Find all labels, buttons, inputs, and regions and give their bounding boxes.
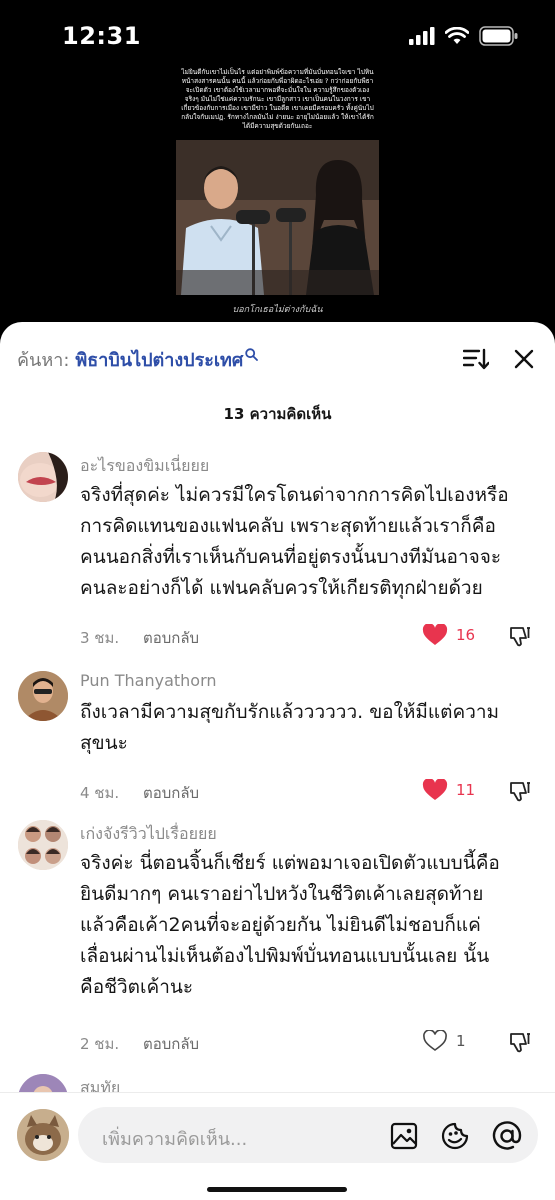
video-caption: ไม่ยินดีกับเขาไม่เป็นไร แต่อย่าพิมพ์ข้อค… — [181, 68, 374, 130]
reply-button[interactable]: ตอบกลับ — [143, 1032, 199, 1056]
composer-actions — [390, 1121, 522, 1151]
avatar[interactable] — [18, 820, 68, 870]
comment-text: จริงที่สุดค่ะ ไม่ควรมีใครโดนด่าจากการคิด… — [80, 480, 540, 604]
heart-icon — [422, 624, 448, 645]
video-thumbnail — [176, 140, 379, 295]
search-icon — [245, 347, 259, 361]
comment-time: 2 ชม. — [80, 1035, 120, 1053]
comment-line: ถึงเวลามีความสุขกับรักแล้วววววว. ขอให้มี… — [80, 701, 500, 723]
dislike-icon[interactable] — [508, 624, 532, 648]
status-icons — [409, 26, 519, 46]
comment-line: จริงค่ะ นี่ตอนจิ้นก็เชียร์ แต่พอมาเจอเปิ… — [80, 852, 500, 874]
search-term-link[interactable]: พิธาบินไปต่างประเทศ — [75, 345, 243, 374]
heart-icon — [422, 779, 448, 800]
like-count: 11 — [456, 781, 476, 799]
comment-composer: เพิ่มความคิดเห็น... — [0, 1092, 555, 1200]
video-subtitle: บอกโกเธอไม่ต่างกับฉัน — [232, 305, 323, 315]
sort-icon[interactable] — [463, 348, 489, 370]
video-frame-illustration — [176, 140, 379, 295]
like-button[interactable]: 16 — [422, 624, 475, 646]
comment-author[interactable]: Pun Thanyathorn — [80, 671, 217, 690]
dislike-icon[interactable] — [508, 779, 532, 803]
comment-time: 4 ชม. — [80, 784, 120, 802]
comment-input-placeholder: เพิ่มความคิดเห็น... — [102, 1129, 248, 1150]
like-button[interactable]: 1 — [422, 1030, 466, 1052]
comment-sheet: ค้นหา: พิธาบินไปต่างประเทศ 13 ความคิดเห็… — [0, 322, 555, 1200]
comment-line: คนนอกสิ่งที่เราเห็นกับคนที่อยู่ตรงนั้นบา… — [80, 546, 502, 568]
wifi-icon — [445, 27, 469, 44]
comments-count-title: 13 ความคิดเห็น — [223, 405, 332, 423]
comment-line: จริงที่สุดค่ะ ไม่ควรมีใครโดนด่าจากการคิด… — [80, 484, 509, 506]
like-count: 1 — [456, 1032, 466, 1050]
like-button[interactable]: 11 — [422, 779, 475, 801]
comment-line: การคิดแทนของแฟนคลับ เพราะสุดท้ายแล้วเราก… — [80, 515, 496, 537]
image-icon[interactable] — [390, 1122, 418, 1150]
avatar[interactable] — [18, 452, 68, 502]
dislike-icon[interactable] — [508, 1030, 532, 1054]
comment-line: คือชีวิตเค้านะ — [80, 976, 194, 998]
battery-icon — [479, 26, 518, 46]
search-suggestion[interactable]: ค้นหา: พิธาบินไปต่างประเทศ — [17, 344, 537, 374]
comment-line: สุขนะ — [80, 732, 128, 754]
comment-line: เลื่อนผ่านไม่เห็นต้องไปพิมพ์บั่นทอนแบบนั… — [80, 945, 490, 967]
comment-input[interactable]: เพิ่มความคิดเห็น... — [78, 1107, 538, 1163]
video-player[interactable]: ไม่ยินดีกับเขาไม่เป็นไร แต่อย่าพิมพ์ข้อค… — [0, 60, 555, 330]
comment-line: คนละอย่างก็ได้ แฟนคลับควรให้เกียรติทุกฝ่… — [80, 577, 483, 599]
comment-text: จริงค่ะ นี่ตอนจิ้นก็เชียร์ แต่พอมาเจอเปิ… — [80, 848, 540, 1003]
search-prefix: ค้นหา: — [17, 349, 70, 371]
like-count: 16 — [456, 626, 476, 644]
comment-line: แล้วคือเค้า2คนที่จะอยู่ด้วยกัน ไม่ยินดีไ… — [80, 914, 481, 936]
comment-text: ถึงเวลามีความสุขกับรักแล้วววววว. ขอให้มี… — [80, 697, 540, 759]
comment-author[interactable]: เก่งจังรีวิวไปเรื่อยยย — [80, 822, 217, 847]
user-avatar[interactable] — [17, 1109, 69, 1161]
home-indicator — [207, 1187, 347, 1192]
reply-button[interactable]: ตอบกลับ — [143, 626, 199, 650]
comment-author[interactable]: อะไรของขิมเนี่ยยย — [80, 454, 209, 479]
emoji-icon[interactable] — [440, 1121, 470, 1151]
mention-icon[interactable] — [492, 1121, 522, 1151]
comment-line: ยินดีมากๆ คนเราอย่าไปหวังในชีวิตเค้าเลยส… — [80, 883, 484, 905]
heart-outline-icon — [423, 1030, 447, 1051]
signal-icon — [409, 27, 435, 45]
avatar[interactable] — [18, 671, 68, 721]
reply-button[interactable]: ตอบกลับ — [143, 781, 199, 805]
comment-time: 3 ชม. — [80, 629, 120, 647]
status-time: 12:31 — [62, 22, 141, 50]
close-icon[interactable] — [513, 348, 535, 370]
